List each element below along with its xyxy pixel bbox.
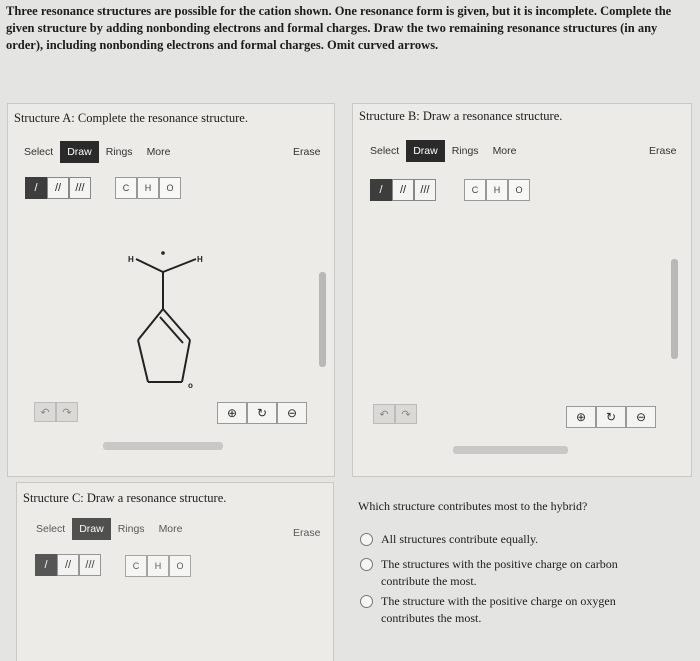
ring-double-bond xyxy=(159,316,184,344)
option-carbon-positive[interactable]: The structures with the positive charge … xyxy=(360,556,650,590)
radio-button[interactable] xyxy=(360,558,373,571)
rings-tool[interactable]: Rings xyxy=(99,141,140,163)
double-bond-button[interactable]: // xyxy=(392,179,414,201)
option-label: The structures with the positive charge … xyxy=(381,557,618,588)
undo-icon[interactable]: ↶ xyxy=(34,402,56,422)
triple-bond-button[interactable]: /// xyxy=(79,554,101,576)
single-bond-button[interactable]: / xyxy=(35,554,57,576)
option-oxygen-positive[interactable]: The structure with the positive charge o… xyxy=(360,593,650,627)
question-panel: Which structure contributes most to the … xyxy=(344,482,694,660)
atom-buttons: C H O xyxy=(464,179,530,201)
double-bond-button[interactable]: // xyxy=(47,177,69,199)
atom-buttons: C H O xyxy=(125,555,191,577)
single-bond-button[interactable]: / xyxy=(25,177,47,199)
zoom-out-icon[interactable]: ⊖ xyxy=(626,406,656,428)
vertical-scrollbar[interactable] xyxy=(671,259,678,359)
zoom-controls: ⊕ ↻ ⊖ xyxy=(566,406,656,428)
more-tool[interactable]: More xyxy=(486,140,524,162)
structure-a-toolbar: Select Draw Rings More xyxy=(17,141,178,163)
structure-c-panel: Structure C: Draw a resonance structure.… xyxy=(16,482,334,661)
structure-b-panel: Structure B: Draw a resonance structure.… xyxy=(352,103,692,477)
drawing-canvas[interactable] xyxy=(361,214,661,394)
triple-bond-button[interactable]: /// xyxy=(414,179,436,201)
bond-buttons: / // /// xyxy=(370,179,436,201)
oxygen-atom-button[interactable]: O xyxy=(508,179,530,201)
oxygen-atom-button[interactable]: O xyxy=(169,555,191,577)
double-bond-button[interactable]: // xyxy=(57,554,79,576)
option-all-equal[interactable]: All structures contribute equally. xyxy=(360,531,680,548)
vertical-scrollbar[interactable] xyxy=(319,272,326,367)
triple-bond-button[interactable]: /// xyxy=(69,177,91,199)
radio-button[interactable] xyxy=(360,533,373,546)
structure-a-title: Structure A: Complete the resonance stru… xyxy=(14,111,248,125)
structure-b-toolbar: Select Draw Rings More xyxy=(363,140,524,162)
zoom-in-icon[interactable]: ⊕ xyxy=(217,402,247,424)
rings-tool[interactable]: Rings xyxy=(111,518,152,540)
option-label: All structures contribute equally. xyxy=(381,532,539,546)
oxygen-atom-button[interactable]: O xyxy=(159,177,181,199)
draw-tool[interactable]: Draw xyxy=(72,518,111,540)
atom-label-h-left: H xyxy=(128,255,134,264)
hydrogen-atom-button[interactable]: H xyxy=(486,179,508,201)
question-text: Which structure contributes most to the … xyxy=(358,499,588,513)
ring-bond-2 xyxy=(137,339,149,383)
carbon-atom-button[interactable]: C xyxy=(125,555,147,577)
zoom-in-icon[interactable]: ⊕ xyxy=(566,406,596,428)
cation-dot xyxy=(161,251,165,255)
structure-b-title: Structure B: Draw a resonance structure. xyxy=(359,109,563,123)
bond-h-right xyxy=(162,258,197,273)
bond-h-left xyxy=(135,258,164,273)
select-tool[interactable]: Select xyxy=(29,518,72,540)
redo-icon[interactable]: ↷ xyxy=(56,402,78,422)
atom-label-h-right: H xyxy=(197,255,203,264)
instructions-text: Three resonance structures are possible … xyxy=(6,4,672,52)
horizontal-scrollbar[interactable] xyxy=(453,446,568,454)
zoom-out-icon[interactable]: ⊖ xyxy=(277,402,307,424)
bond-buttons: / // /// xyxy=(25,177,91,199)
select-tool[interactable]: Select xyxy=(17,141,60,163)
single-bond-button[interactable]: / xyxy=(370,179,392,201)
undo-redo-group: ↶ ↷ xyxy=(373,404,417,424)
undo-redo-group: ↶ ↷ xyxy=(34,402,78,422)
redo-icon[interactable]: ↷ xyxy=(395,404,417,424)
bond-buttons: / // /// xyxy=(35,554,101,576)
radio-button[interactable] xyxy=(360,595,373,608)
atom-buttons: C H O xyxy=(115,177,181,199)
option-label: The structure with the positive charge o… xyxy=(381,594,616,625)
structure-c-toolbar: Select Draw Rings More xyxy=(29,518,190,540)
reset-zoom-icon[interactable]: ↻ xyxy=(247,402,277,424)
horizontal-scrollbar[interactable] xyxy=(103,442,223,450)
molecule-canvas[interactable]: H H o xyxy=(108,239,248,399)
rings-tool[interactable]: Rings xyxy=(445,140,486,162)
structure-a-panel: Structure A: Complete the resonance stru… xyxy=(7,103,335,477)
atom-label-oxygen: o xyxy=(188,381,193,390)
zoom-controls: ⊕ ↻ ⊖ xyxy=(217,402,307,424)
more-tool[interactable]: More xyxy=(152,518,190,540)
reset-zoom-icon[interactable]: ↻ xyxy=(596,406,626,428)
draw-tool[interactable]: Draw xyxy=(60,141,99,163)
hydrogen-atom-button[interactable]: H xyxy=(137,177,159,199)
ring-bond-1 xyxy=(137,308,164,341)
carbon-atom-button[interactable]: C xyxy=(464,179,486,201)
carbon-atom-button[interactable]: C xyxy=(115,177,137,199)
hydrogen-atom-button[interactable]: H xyxy=(147,555,169,577)
undo-icon[interactable]: ↶ xyxy=(373,404,395,424)
structure-c-title: Structure C: Draw a resonance structure. xyxy=(23,491,227,505)
more-tool[interactable]: More xyxy=(140,141,178,163)
ring-bond-4 xyxy=(181,339,191,383)
select-tool[interactable]: Select xyxy=(363,140,406,162)
erase-button[interactable]: Erase xyxy=(649,145,676,157)
erase-button[interactable]: Erase xyxy=(293,527,320,539)
erase-button[interactable]: Erase xyxy=(293,146,320,158)
draw-tool[interactable]: Draw xyxy=(406,140,445,162)
